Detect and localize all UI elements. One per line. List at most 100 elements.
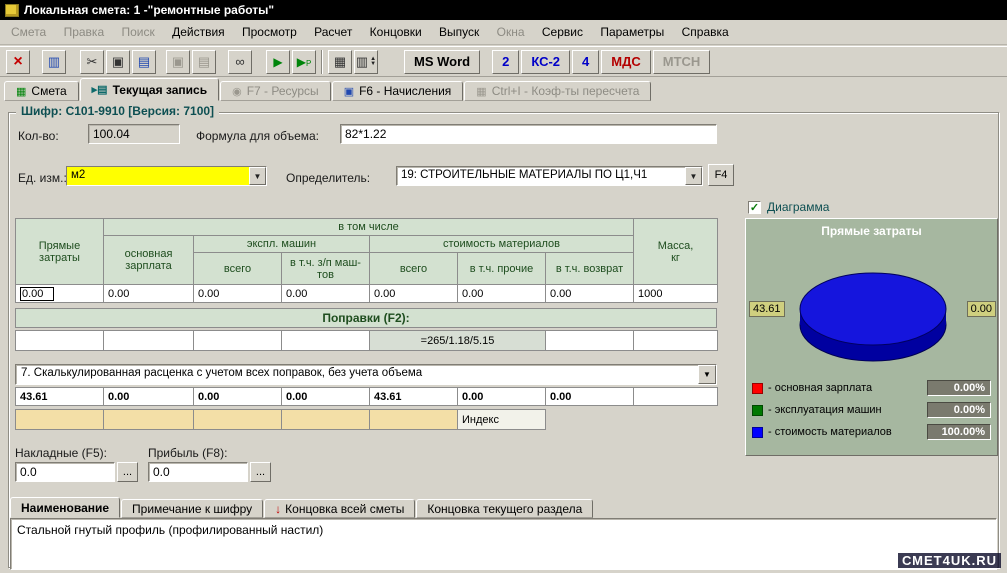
profit-input[interactable]: 0.0 <box>148 462 248 482</box>
diagram-checkbox[interactable]: ✓ <box>748 200 761 214</box>
volume-formula-label: Формула для объема: <box>196 129 320 143</box>
tab-f6-accruals[interactable]: ▣ F6 - Начисления <box>331 81 464 101</box>
menu-okna[interactable]: Окна <box>490 20 532 45</box>
menu-vypusk[interactable]: Выпуск <box>432 20 486 45</box>
bottom-tabbar: Наименование Примечание к шифру ↓ Концов… <box>10 497 997 518</box>
cell-direct[interactable]: 0.00 <box>15 284 104 303</box>
legend-item: - основная зарплата 0.00% <box>752 377 991 399</box>
cell-mat-other[interactable]: 0.00 <box>457 284 546 303</box>
insert-record-button[interactable]: ▥ <box>42 49 66 74</box>
volume-formula-input[interactable]: 82*1.22 <box>340 124 717 144</box>
copy-button[interactable]: ▣ <box>106 49 130 74</box>
menu-smeta[interactable]: Смета <box>4 20 53 45</box>
overhead-browse-button[interactable]: ... <box>117 462 138 482</box>
tab-ctrl-i-coefficients: ▦ Ctrl+I - Коэф-ты пересчета <box>464 81 652 101</box>
cell-mach-zp[interactable]: 0.00 <box>281 284 370 303</box>
result-mat-total: 43.61 <box>369 387 458 406</box>
legend-color-green <box>752 404 763 416</box>
description-textarea[interactable]: Стальной гнутый профиль (профилированный… <box>10 518 997 570</box>
menu-bar: Смета Правка Поиск Действия Просмотр Рас… <box>0 20 1007 45</box>
popravka-cell[interactable] <box>15 330 104 351</box>
tab-current-record[interactable]: ▸▤ Текущая запись <box>79 78 220 101</box>
tab-ending-current-section[interactable]: Концовка текущего раздела <box>416 499 594 518</box>
block-copy-button-disabled: ▣ <box>166 49 190 74</box>
app-icon <box>5 3 19 17</box>
grid-view-button[interactable]: ▦ <box>328 49 352 74</box>
index-cell[interactable] <box>369 409 458 430</box>
index-cell[interactable] <box>103 409 194 430</box>
popravki-row: =265/1.18/5.15 <box>15 330 718 351</box>
menu-servis[interactable]: Сервис <box>535 20 590 45</box>
diagram-checkbox-label: Диаграмма <box>767 200 830 214</box>
delete-record-button[interactable]: × <box>6 49 30 74</box>
grid-icon: ▦ <box>333 54 347 69</box>
col-header-machines: экспл. машин <box>193 235 370 253</box>
popravka-cell[interactable] <box>633 330 718 351</box>
menu-raschet[interactable]: Расчет <box>307 20 359 45</box>
chevron-down-icon[interactable]: ▼ <box>249 167 266 185</box>
chart-legend: - основная зарплата 0.00% - эксплуатация… <box>752 377 991 443</box>
index-cell[interactable] <box>193 409 282 430</box>
chevron-down-icon[interactable]: ▼ <box>685 167 702 185</box>
index-cell[interactable] <box>281 409 370 430</box>
ks2-button[interactable]: КС-2 <box>521 49 571 74</box>
find-button[interactable]: ∞ <box>228 49 252 74</box>
cell-mat-total[interactable]: 0.00 <box>369 284 458 303</box>
cell-mach-total[interactable]: 0.00 <box>193 284 282 303</box>
resources-icon: ◉ <box>232 85 242 98</box>
menu-poisk[interactable]: Поиск <box>114 20 161 45</box>
copy-icon: ▣ <box>111 54 125 69</box>
main-tabbar: ▦ Смета ▸▤ Текущая запись ◉ F7 - Ресурсы… <box>0 78 1007 101</box>
profit-label: Прибыль (F8): <box>148 446 228 460</box>
paste-icon: ▤ <box>137 54 151 69</box>
recalculate-button[interactable]: ▶Р <box>292 49 316 74</box>
tab-ending-all-estimate[interactable]: ↓ Концовка всей сметы <box>264 499 416 518</box>
menu-spravka[interactable]: Справка <box>675 20 736 45</box>
tab-smeta[interactable]: ▦ Смета <box>4 81 79 101</box>
col-header-mach-zp: в т.ч. з/п маш-тов <box>281 252 370 285</box>
cell-salary[interactable]: 0.00 <box>103 284 194 303</box>
result-salary: 0.00 <box>103 387 194 406</box>
block-paste-button-disabled: ▤ <box>192 49 216 74</box>
unit-combobox[interactable]: м2 ▼ <box>66 166 267 186</box>
calculate-button[interactable]: ▶ <box>266 49 290 74</box>
record-group-title: Шифр: С101-9910 [Версия: 7100] <box>16 104 220 118</box>
pie-chart: 43.61 0.00 <box>746 243 999 371</box>
qty-input[interactable]: 100.04 <box>88 124 180 144</box>
record-arrow-icon: ▸▤ <box>91 84 108 96</box>
paste-button[interactable]: ▤ <box>132 49 156 74</box>
report-2-button[interactable]: 2 <box>492 49 520 74</box>
watermark: СМЕТ4UK.RU <box>897 553 1001 568</box>
cell-mat-return[interactable]: 0.00 <box>544 284 635 303</box>
cell-mass[interactable]: 1000 <box>633 284 719 303</box>
ms-word-button[interactable]: MS Word <box>404 49 481 74</box>
costs-table: Прямые затраты в том числе Масса, кг осн… <box>15 218 719 303</box>
index-cell[interactable] <box>15 409 104 430</box>
tab-note-to-code[interactable]: Примечание к шифру <box>121 499 264 518</box>
menu-prosmotr[interactable]: Просмотр <box>235 20 304 45</box>
popravka-cell[interactable] <box>103 330 194 351</box>
menu-koncovki[interactable]: Концовки <box>363 20 429 45</box>
table-settings-button[interactable]: ▥ ▲ ▼ <box>354 49 378 74</box>
determiner-combobox[interactable]: 19: СТРОИТЕЛЬНЫЕ МАТЕРИАЛЫ ПО Ц1,Ч1 ▼ <box>396 166 703 186</box>
popravka-cell[interactable] <box>193 330 282 351</box>
popravka-cell[interactable] <box>545 330 634 351</box>
overhead-input[interactable]: 0.0 <box>15 462 115 482</box>
tab-name[interactable]: Наименование <box>10 497 121 518</box>
report-4-button[interactable]: 4 <box>572 49 600 74</box>
popravka-cell[interactable] <box>281 330 370 351</box>
f4-button[interactable]: F4 <box>708 164 734 186</box>
menu-dejstviya[interactable]: Действия <box>165 20 232 45</box>
costs-area: Прямые затраты в том числе Масса, кг осн… <box>15 218 719 436</box>
profit-browse-button[interactable]: ... <box>250 462 271 482</box>
mds-button[interactable]: МДС <box>601 49 651 74</box>
cut-button[interactable]: ✂ <box>80 49 104 74</box>
result-mach-zp: 0.00 <box>281 387 370 406</box>
popravka-formula-cell[interactable]: =265/1.18/5.15 <box>369 330 546 351</box>
chevron-down-icon[interactable]: ▼ <box>698 365 716 384</box>
menu-parametry[interactable]: Параметры <box>593 20 671 45</box>
calc-mode-select[interactable]: 7. Скалькулированная расценка с учетом в… <box>15 364 717 385</box>
menu-pravka[interactable]: Правка <box>57 20 112 45</box>
window-title: Локальная смета: 1 -"ремонтные работы" <box>24 3 275 17</box>
col-header-mat-return: в т.ч. возврат <box>544 252 635 285</box>
